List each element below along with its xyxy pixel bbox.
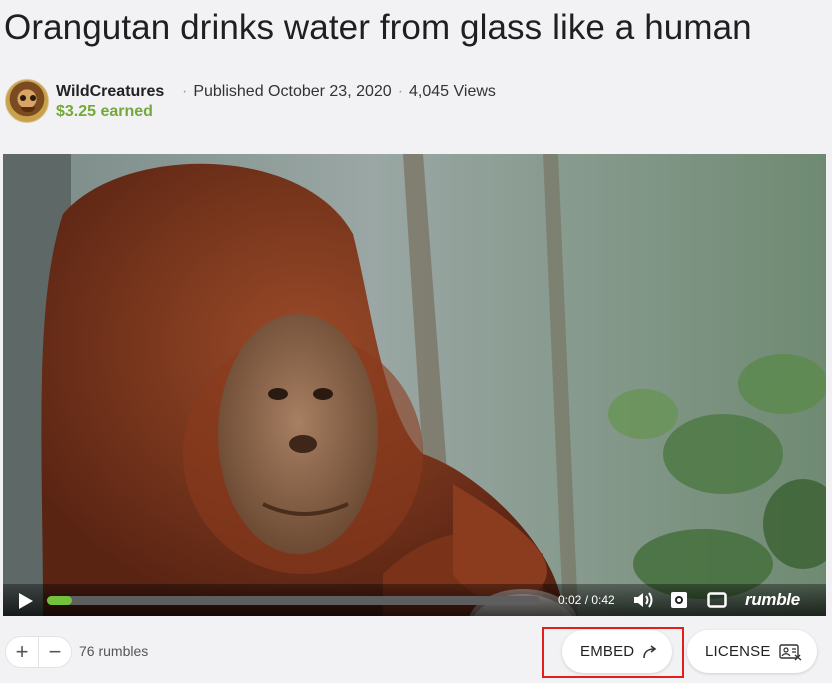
video-frame[interactable]	[3, 154, 826, 616]
separator-dot: ·	[182, 83, 188, 100]
share-arrow-icon	[643, 644, 657, 658]
embed-button[interactable]: EMBED	[562, 630, 672, 673]
progress-fill	[47, 596, 72, 605]
play-icon[interactable]	[17, 592, 35, 610]
view-count: 4,045 Views	[409, 83, 496, 100]
vote-control: + −	[5, 636, 72, 668]
minus-icon: −	[48, 639, 62, 664]
license-button[interactable]: LICENSE	[687, 630, 817, 673]
settings-gear-icon[interactable]	[670, 591, 688, 609]
video-player[interactable]: 0:02 / 0:42 rumble	[3, 154, 826, 616]
channel-avatar[interactable]	[5, 79, 49, 123]
byline: WildCreatures · Published October 23, 202…	[5, 79, 605, 125]
rumble-logo[interactable]: rumble	[745, 590, 800, 610]
rumble-count: 76 rumbles	[79, 643, 149, 659]
earned-amount: $3.25 earned	[56, 103, 153, 120]
separator-dot: ·	[397, 83, 404, 100]
video-meta: · Published October 23, 2020 · 4,045 Views	[176, 83, 496, 101]
channel-name[interactable]: WildCreatures	[56, 83, 164, 101]
volume-icon[interactable]	[633, 591, 655, 609]
plus-icon: +	[15, 639, 29, 664]
embed-label: EMBED	[580, 643, 635, 660]
published-date: Published October 23, 2020	[193, 83, 392, 100]
downvote-button[interactable]: −	[39, 637, 71, 667]
player-controls: 0:02 / 0:42 rumble	[3, 584, 826, 616]
progress-bar[interactable]	[47, 596, 540, 605]
upvote-button[interactable]: +	[6, 637, 39, 667]
license-icon	[778, 643, 802, 661]
license-label: LICENSE	[705, 643, 771, 660]
video-title: Orangutan drinks water from glass like a…	[4, 8, 752, 47]
time-display: 0:02 / 0:42	[558, 593, 615, 607]
fullscreen-icon[interactable]	[707, 592, 727, 608]
